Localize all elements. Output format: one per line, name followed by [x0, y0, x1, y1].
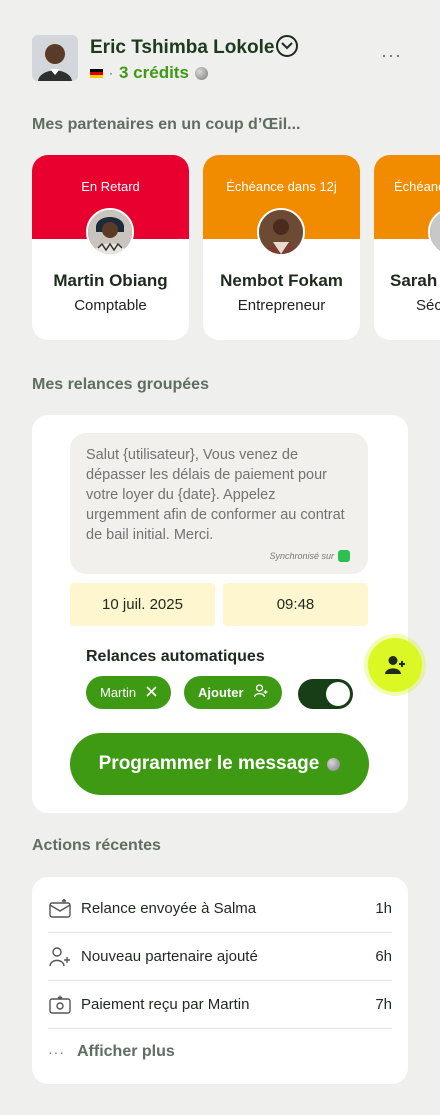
list-item[interactable]: Nouveau partenaire ajouté 6h [48, 933, 392, 981]
user-avatar[interactable] [32, 35, 78, 81]
meta-separator: · [109, 66, 113, 80]
partner-status: Échéance [394, 179, 440, 194]
recent-actions-title: Actions récentes [32, 837, 161, 854]
action-time: 7h [375, 996, 392, 1013]
partner-name: Sarah [390, 271, 438, 290]
partner-role: Séc [416, 297, 440, 314]
partner-card-nembot[interactable]: Échéance dans 12j Nembot Fokam Entrepren… [203, 155, 360, 340]
reminders-section-title: Mes relances groupées [32, 376, 209, 393]
money-icon [48, 993, 72, 1017]
action-label: Nouveau partenaire ajouté [81, 948, 258, 965]
germany-flag-icon [90, 68, 103, 78]
close-icon[interactable] [146, 685, 157, 700]
partner-name: Nembot Fokam [220, 271, 343, 290]
more-dots-icon: ··· [48, 1044, 65, 1060]
mail-send-icon [48, 897, 72, 921]
list-item[interactable]: Paiement reçu par Martin 7h [48, 981, 392, 1029]
more-options-icon[interactable]: ··· [381, 45, 402, 66]
add-recipient-chip[interactable]: Ajouter [184, 676, 282, 709]
partner-card-martin[interactable]: En Retard Martin Obiang Comptable [32, 155, 189, 340]
chip-label: Ajouter [198, 685, 244, 700]
chip-label: Martin [100, 685, 137, 700]
partners-section-title: Mes partenaires en un coup d’Œil... [32, 116, 301, 133]
sync-indicator: Synchronisé sur [269, 546, 350, 566]
action-time: 6h [375, 948, 392, 965]
partners-carousel[interactable]: En Retard Martin Obiang Comptable Échéan… [32, 155, 440, 341]
partner-card-sarah[interactable]: Échéance Sarah Séc [374, 155, 440, 340]
user-add-icon [48, 945, 72, 969]
cta-label: Programmer le message [98, 753, 320, 774]
auto-reminders-label: Relances automatiques [86, 648, 265, 665]
recent-actions-card: Relance envoyée à Salma 1h Nouveau parte… [32, 877, 408, 1084]
partner-avatar [86, 208, 134, 256]
action-label: Paiement reçu par Martin [81, 996, 250, 1013]
grouped-reminders-card: Salut {utilisateur}, Vous venez de dépas… [32, 415, 408, 813]
show-more-link[interactable]: ··· Afficher plus [48, 1037, 175, 1067]
partner-name: Martin Obiang [53, 271, 168, 290]
message-text: Salut {utilisateur}, Vous venez de dépas… [86, 447, 345, 543]
credits-count[interactable]: 3 crédits [119, 63, 189, 83]
toggle-knob [326, 682, 350, 706]
partner-role: Comptable [74, 297, 147, 314]
user-meta: · 3 crédits [90, 63, 208, 83]
chevron-down-icon[interactable] [276, 35, 298, 57]
partner-role: Entrepreneur [237, 297, 326, 314]
schedule-message-button[interactable]: Programmer le message [70, 733, 369, 795]
user-add-icon [385, 656, 405, 674]
auto-reminders-toggle[interactable] [298, 679, 353, 709]
profile-header: Eric Tshimba Lokole · 3 crédits ··· [32, 35, 408, 83]
whatsapp-icon [338, 550, 350, 562]
user-add-icon [253, 684, 268, 701]
sync-label: Synchronisé sur [269, 551, 334, 561]
date-picker[interactable]: 10 juil. 2025 [70, 583, 215, 626]
partner-status: En Retard [81, 179, 140, 194]
add-partner-fab[interactable] [368, 638, 422, 692]
coin-icon [194, 66, 208, 80]
coin-icon [327, 757, 341, 771]
show-more-label: Afficher plus [77, 1043, 175, 1060]
list-item[interactable]: Relance envoyée à Salma 1h [48, 885, 392, 933]
partner-avatar [257, 208, 305, 256]
recipient-chip-martin[interactable]: Martin [86, 676, 172, 709]
message-template[interactable]: Salut {utilisateur}, Vous venez de dépas… [70, 433, 368, 574]
time-picker[interactable]: 09:48 [223, 583, 368, 626]
action-time: 1h [375, 900, 392, 917]
partner-status: Échéance dans 12j [226, 179, 337, 194]
user-name: Eric Tshimba Lokole [90, 37, 275, 58]
action-label: Relance envoyée à Salma [81, 900, 257, 917]
